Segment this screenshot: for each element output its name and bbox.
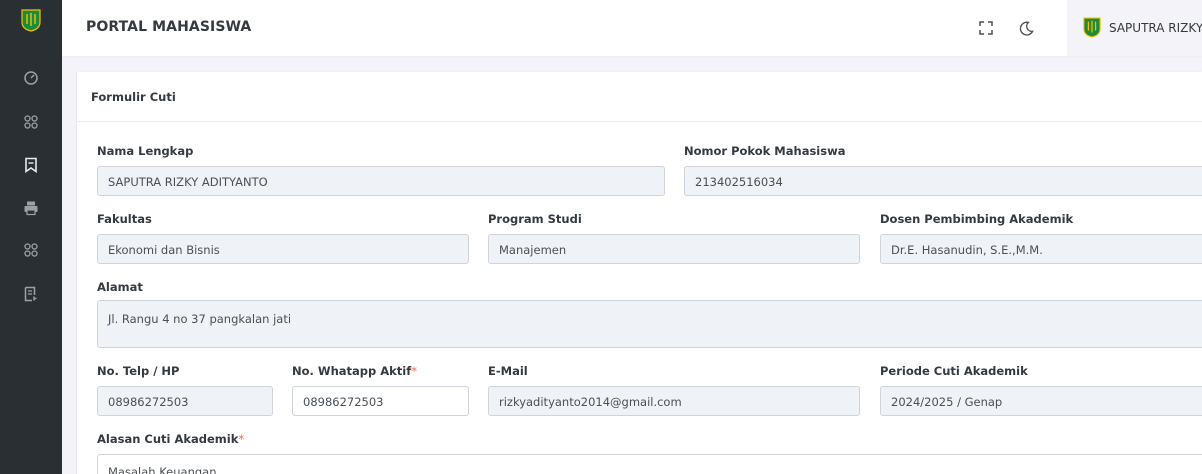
fakultas-label: Fakultas [97,212,152,226]
topbar: PORTAL MAHASISWA SAPUTRA RIZKY A [62,0,1202,56]
card-header: Formulir Cuti [77,72,1202,122]
npm-label: Nomor Pokok Mahasiswa [684,144,846,158]
printer-icon[interactable] [21,198,41,218]
user-menu[interactable]: SAPUTRA RIZKY A [1067,0,1202,56]
apps-icon[interactable] [21,112,41,132]
email-field[interactable]: rizkyadityanto2014@gmail.com [488,386,860,416]
dosen-field[interactable]: Dr.E. Hasanudin, S.E.,M.M. [880,234,1202,264]
telp-label: No. Telp / HP [97,364,180,378]
dashboard-icon[interactable] [21,68,41,88]
university-logo-icon [1083,17,1101,38]
npm-field[interactable]: 213402516034 [684,166,1202,196]
university-logo-icon[interactable] [21,9,41,32]
whatsapp-input[interactable]: 08986272503 [292,386,469,416]
form-title: Formulir Cuti [91,90,176,104]
bookmark-icon[interactable] [21,155,41,175]
prodi-field[interactable]: Manajemen [488,234,860,264]
periode-field[interactable]: 2024/2025 / Genap [880,386,1202,416]
sidebar [0,0,62,474]
email-label: E-Mail [488,364,528,378]
alamat-label: Alamat [97,280,143,294]
user-name: SAPUTRA RIZKY A [1109,21,1202,35]
alasan-label: Alasan Cuti Akademik* [97,432,245,446]
required-marker: * [238,432,245,446]
apps-icon[interactable] [21,240,41,260]
whatsapp-label: No. Whatapp Aktif* [292,364,417,378]
dosen-label: Dosen Pembimbing Akademik [880,212,1074,226]
dark-mode-moon-icon[interactable] [1017,19,1035,37]
leave-form-card: Formulir Cuti Nama Lengkap SAPUTRA RIZKY… [77,72,1202,474]
document-icon[interactable] [21,284,41,304]
nama-label: Nama Lengkap [97,144,194,158]
alamat-field[interactable]: Jl. Rangu 4 no 37 pangkalan jati [97,300,1202,348]
periode-label: Periode Cuti Akademik [880,364,1028,378]
app-title: PORTAL MAHASISWA [86,19,252,35]
telp-field[interactable]: 08986272503 [97,386,273,416]
nama-field[interactable]: SAPUTRA RIZKY ADITYANTO [97,166,665,196]
fakultas-field[interactable]: Ekonomi dan Bisnis [97,234,469,264]
alasan-select[interactable]: Masalah Keuangan [97,454,1202,474]
prodi-label: Program Studi [488,212,582,226]
required-marker: * [411,364,417,378]
fullscreen-icon[interactable] [977,19,995,37]
